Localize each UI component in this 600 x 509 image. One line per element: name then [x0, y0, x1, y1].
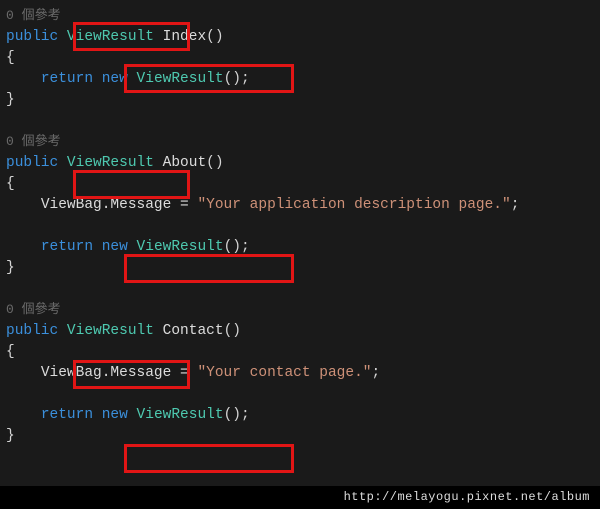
brace-close: } — [6, 428, 15, 444]
paren-contact: () — [224, 323, 241, 339]
paren-about: () — [206, 155, 223, 171]
string-contact: "Your contact page." — [197, 365, 371, 381]
brace-open: { — [6, 176, 15, 192]
kw-new: new — [102, 71, 128, 87]
ctor-tail: (); — [224, 239, 250, 255]
ctor-type: ViewResult — [137, 71, 224, 87]
return-type-contact: ViewResult — [67, 323, 154, 339]
codelens-refs[interactable]: 0 個參考 — [6, 134, 61, 149]
viewbag-assign: ViewBag.Message = — [41, 365, 198, 381]
return-type-index: ViewResult — [67, 29, 154, 45]
return-type-about: ViewResult — [67, 155, 154, 171]
ctor-tail: (); — [224, 71, 250, 87]
string-about: "Your application description page." — [197, 197, 510, 213]
method-name-index: Index — [163, 29, 207, 45]
kw-return: return — [41, 239, 93, 255]
watermark-text: http://melayogu.pixnet.net/album — [344, 490, 590, 504]
brace-close: } — [6, 260, 15, 276]
codelens-refs[interactable]: 0 個參考 — [6, 8, 61, 23]
method-name-about: About — [163, 155, 207, 171]
semicolon: ; — [371, 365, 380, 381]
paren-index: () — [206, 29, 223, 45]
brace-open: { — [6, 50, 15, 66]
watermark-footer: http://melayogu.pixnet.net/album — [0, 486, 600, 509]
kw-public: public — [6, 29, 58, 45]
method-name-contact: Contact — [163, 323, 224, 339]
brace-open: { — [6, 344, 15, 360]
brace-close: } — [6, 92, 15, 108]
code-editor[interactable]: 0 個參考 public ViewResult Index() { return… — [0, 0, 600, 486]
kw-new: new — [102, 407, 128, 423]
ctor-type: ViewResult — [137, 239, 224, 255]
kw-public: public — [6, 155, 58, 171]
kw-new: new — [102, 239, 128, 255]
ctor-tail: (); — [224, 407, 250, 423]
kw-return: return — [41, 407, 93, 423]
codelens-refs[interactable]: 0 個參考 — [6, 302, 61, 317]
viewbag-assign: ViewBag.Message = — [41, 197, 198, 213]
semicolon: ; — [511, 197, 520, 213]
kw-public: public — [6, 323, 58, 339]
ctor-type: ViewResult — [137, 407, 224, 423]
kw-return: return — [41, 71, 93, 87]
